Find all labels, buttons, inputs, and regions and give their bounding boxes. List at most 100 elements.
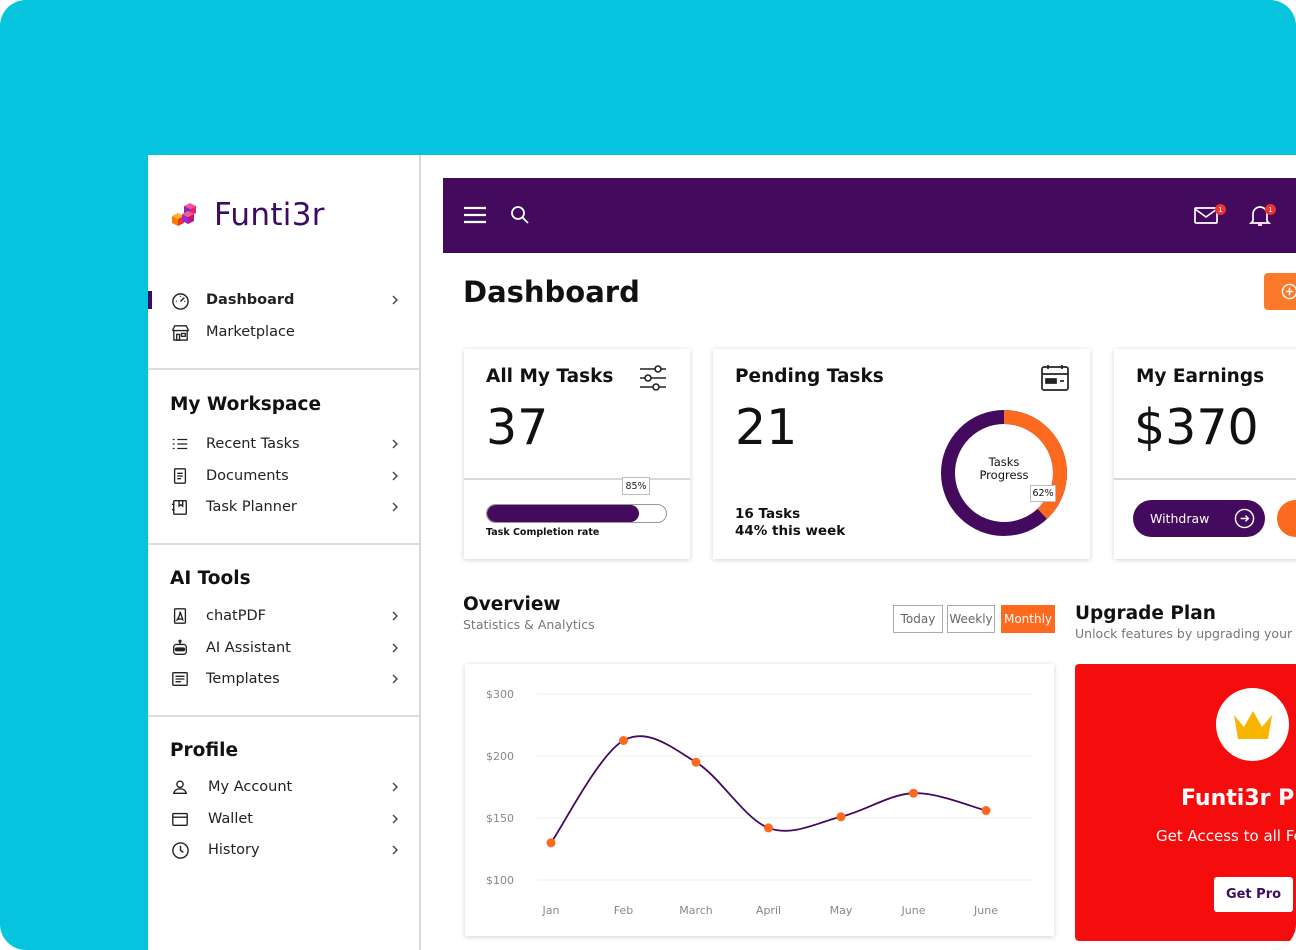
y-tick-label: $200 <box>486 750 514 763</box>
x-tick-label: May <box>830 904 853 917</box>
get-pro-button[interactable]: Get Pro <box>1214 877 1293 912</box>
divider <box>1114 478 1296 480</box>
completion-progress-bar <box>486 504 667 523</box>
earnings-amount: $370 <box>1134 399 1259 456</box>
sidebar-item-recent-tasks[interactable]: Recent Tasks <box>148 429 419 459</box>
donut-label-line: Progress <box>979 468 1029 482</box>
chevron-right-icon <box>392 674 398 684</box>
chevron-right-icon <box>392 845 398 855</box>
upgrade-subtitle: Unlock features by upgrading your plan <box>1075 626 1296 641</box>
sidebar-item-templates[interactable]: Templates <box>148 664 419 694</box>
arrow-right-circle-icon <box>1234 508 1255 529</box>
plus-circle-icon <box>1281 283 1296 300</box>
data-point[interactable] <box>909 788 918 798</box>
pending-count: 21 <box>735 399 798 456</box>
sidebar-item-label: Marketplace <box>206 324 295 340</box>
sidebar-item-label: My Account <box>208 779 293 795</box>
sidebar-item-label: Wallet <box>208 811 253 827</box>
pending-weekly-percent: 44% this week <box>735 523 846 539</box>
planner-icon <box>170 497 190 517</box>
data-point[interactable] <box>619 736 628 745</box>
data-point[interactable] <box>836 812 846 822</box>
y-tick-label: $300 <box>486 688 514 701</box>
pending-weekly-count: 16 Tasks <box>735 506 801 522</box>
x-tick-label: April <box>756 904 781 917</box>
tab-today[interactable]: Today <box>893 605 943 633</box>
card-title: Pending Tasks <box>735 366 884 387</box>
speedometer-icon <box>170 290 190 310</box>
pdf-icon <box>170 606 190 626</box>
sidebar-item-documents[interactable]: Documents <box>148 461 419 491</box>
logo-cubes-icon <box>172 203 196 226</box>
sidebar-item-label: Documents <box>206 468 289 484</box>
sidebar-item-label: Recent Tasks <box>206 436 300 452</box>
sidebar-item-label: Templates <box>206 671 280 687</box>
chevron-right-icon <box>392 814 398 824</box>
card-title: All My Tasks <box>486 366 614 387</box>
chevron-right-icon <box>392 502 398 512</box>
overview-title: Overview <box>463 594 561 615</box>
donut-center-label: Tasks Progress <box>964 456 1044 482</box>
chevron-right-icon <box>392 295 398 305</box>
data-point[interactable] <box>764 823 773 833</box>
brand-logo[interactable]: Funti3r <box>170 197 325 233</box>
divider <box>148 543 419 545</box>
sidebar-item-my-account[interactable]: My Account <box>148 772 419 802</box>
add-button[interactable] <box>1264 273 1296 310</box>
chevron-right-icon <box>392 471 398 481</box>
x-tick-label: June <box>973 904 998 917</box>
progress-fill <box>487 505 640 522</box>
section-title-ai-tools: AI Tools <box>170 568 251 589</box>
robot-icon <box>170 638 190 658</box>
divider <box>148 715 419 717</box>
page-background: Funti3r Dashboard Marketplace My Workspa… <box>0 0 1296 950</box>
chevron-right-icon <box>392 439 398 449</box>
all-tasks-card: All My Tasks 37 85% Task Completion rate <box>464 349 690 559</box>
tab-monthly[interactable]: Monthly <box>1001 605 1055 633</box>
search-icon[interactable] <box>510 205 530 225</box>
user-icon <box>170 777 190 797</box>
x-tick-label: March <box>679 904 713 917</box>
withdraw-label: Withdraw <box>1150 511 1210 526</box>
data-point[interactable] <box>546 838 556 848</box>
sidebar-item-dashboard[interactable]: Dashboard <box>148 285 419 315</box>
sidebar-item-wallet[interactable]: Wallet <box>148 804 419 834</box>
mail-badge: 1 <box>1215 204 1226 215</box>
sidebar-item-label: chatPDF <box>206 608 266 624</box>
sidebar-item-label: Dashboard <box>206 292 295 308</box>
divider <box>148 368 419 370</box>
brand-name: Funti3r <box>214 197 325 233</box>
sidebar-item-ai-assistant[interactable]: AI Assistant <box>148 633 419 663</box>
promo-title: Funti3r PRO <box>1181 786 1296 811</box>
sidebar-item-label: AI Assistant <box>206 640 291 656</box>
progress-caption: Task Completion rate <box>486 527 600 538</box>
secondary-action-button[interactable] <box>1277 500 1296 537</box>
progress-tooltip: 85% <box>622 477 650 495</box>
card-title: My Earnings <box>1136 366 1265 387</box>
bell-badge: 1 <box>1265 204 1276 215</box>
filter-sliders-icon[interactable] <box>638 364 668 392</box>
overview-chart-card: $300 $200 $150 $100 Jan Feb March April May June J… <box>465 664 1054 936</box>
page-title: Dashboard <box>463 275 640 309</box>
pending-tasks-card: Pending Tasks 21 16 Tasks 44% this week … <box>713 349 1090 559</box>
x-tick-label: Feb <box>614 904 633 917</box>
sidebar-item-task-planner[interactable]: Task Planner <box>148 492 419 522</box>
upgrade-title: Upgrade Plan <box>1075 603 1216 624</box>
sidebar-item-chatpdf[interactable]: chatPDF <box>148 601 419 631</box>
data-point[interactable] <box>981 806 991 816</box>
withdraw-button[interactable]: Withdraw <box>1133 500 1265 537</box>
sidebar: Funti3r Dashboard Marketplace My Workspa… <box>148 155 421 950</box>
overview-subtitle: Statistics & Analytics <box>463 617 595 632</box>
calendar-card-icon[interactable] <box>1040 364 1070 392</box>
top-bar: 1 1 <box>443 178 1296 253</box>
section-title-workspace: My Workspace <box>170 394 322 415</box>
data-point[interactable] <box>691 757 701 767</box>
sidebar-item-history[interactable]: History <box>148 835 419 865</box>
menu-icon[interactable] <box>463 205 487 225</box>
crown-badge <box>1216 688 1289 761</box>
x-tick-label: June <box>901 904 926 917</box>
sidebar-item-marketplace[interactable]: Marketplace <box>148 317 419 347</box>
tab-weekly[interactable]: Weekly <box>947 605 995 633</box>
x-tick-label: Jan <box>542 904 560 917</box>
section-title-profile: Profile <box>170 740 238 761</box>
